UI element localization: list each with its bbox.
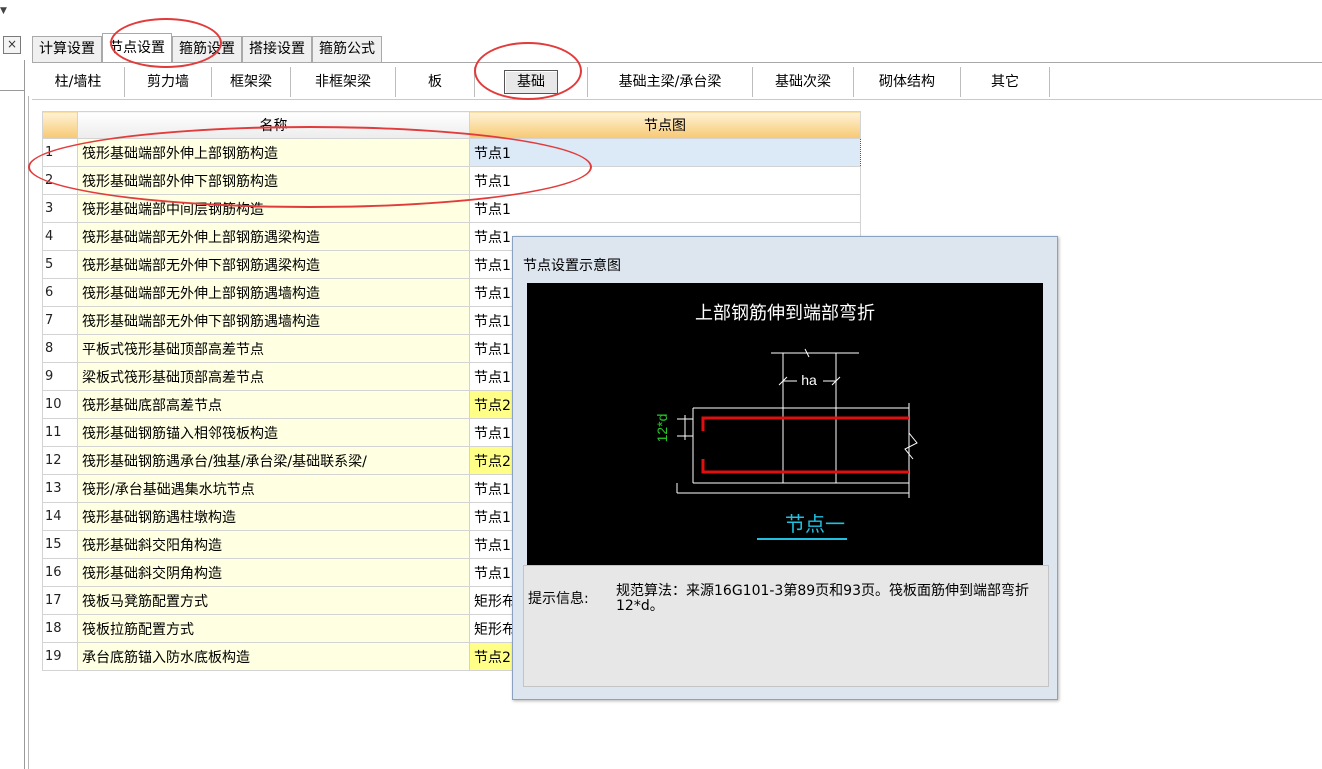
row-name[interactable]: 筏形基础钢筋遇承台/独基/承台梁/基础联系梁/: [77, 446, 470, 475]
dropdown-caret-icon[interactable]: ▼: [0, 6, 7, 16]
tab-masonry[interactable]: 砌体结构: [854, 67, 961, 97]
tab-node-settings[interactable]: 节点设置: [102, 33, 172, 63]
row-index: 16: [42, 558, 78, 587]
dimension-lines: [676, 348, 918, 498]
diagram-canvas: 上部钢筋伸到端部弯折 ha 12*d 节点一: [527, 283, 1043, 565]
row-index: 12: [42, 446, 78, 475]
row-node-value[interactable]: 节点1: [469, 138, 861, 167]
table-row[interactable]: 2 筏形基础端部外伸下部钢筋构造 节点1: [42, 166, 861, 195]
row-name[interactable]: 筏形基础端部无外伸下部钢筋遇墙构造: [77, 306, 470, 335]
row-index: 14: [42, 502, 78, 531]
close-button[interactable]: ×: [3, 36, 21, 54]
tab-calc-settings[interactable]: 计算设置: [32, 36, 102, 62]
diagram-title: 上部钢筋伸到端部弯折: [695, 303, 875, 323]
row-index: 7: [42, 306, 78, 335]
row-name[interactable]: 筏形/承台基础遇集水坑节点: [77, 474, 470, 503]
primary-tab-divider: [32, 62, 1322, 63]
row-name[interactable]: 筏形基础端部外伸上部钢筋构造: [77, 138, 470, 167]
secondary-tab-divider: [32, 99, 1322, 100]
row-name[interactable]: 筏形基础端部无外伸下部钢筋遇梁构造: [77, 250, 470, 279]
row-name[interactable]: 筏形基础端部中间层钢筋构造: [77, 194, 470, 223]
secondary-tabs: 柱/墙柱 剪力墙 框架梁 非框架梁 板 基础 基础主梁/承台梁 基础次梁 砌体结…: [32, 66, 1050, 98]
rebar-diagram: 上部钢筋伸到端部弯折 ha 12*d 节点一: [654, 303, 918, 540]
row-index: 9: [42, 362, 78, 391]
diagram-caption: 节点一: [785, 513, 845, 536]
row-name[interactable]: 筏形基础端部外伸下部钢筋构造: [77, 166, 470, 195]
table-row[interactable]: 1 筏形基础端部外伸上部钢筋构造 节点1: [42, 138, 861, 167]
left-panel-divider: [0, 90, 24, 91]
row-index: 8: [42, 334, 78, 363]
left-splitter[interactable]: [28, 96, 39, 769]
row-name[interactable]: 筏形基础斜交阴角构造: [77, 558, 470, 587]
row-index: 17: [42, 586, 78, 615]
tab-nonframe-beam[interactable]: 非框架梁: [291, 67, 396, 97]
row-index: 13: [42, 474, 78, 503]
row-index: 11: [42, 418, 78, 447]
tab-foundation-label: 基础: [504, 70, 558, 94]
popup-title: 节点设置示意图: [523, 258, 621, 274]
row-name[interactable]: 平板式筏形基础顶部高差节点: [77, 334, 470, 363]
primary-tabs: 计算设置 节点设置 箍筋设置 搭接设置 箍筋公式: [32, 33, 382, 63]
row-name[interactable]: 筏形基础钢筋遇柱墩构造: [77, 502, 470, 531]
left-panel: [0, 60, 25, 769]
row-name[interactable]: 筏形基础端部无外伸上部钢筋遇梁构造: [77, 222, 470, 251]
tab-shear-wall[interactable]: 剪力墙: [125, 67, 212, 97]
row-name[interactable]: 梁板式筏形基础顶部高差节点: [77, 362, 470, 391]
row-name[interactable]: 筏形基础斜交阳角构造: [77, 530, 470, 559]
row-index: 15: [42, 530, 78, 559]
row-index: 2: [42, 166, 78, 195]
row-name[interactable]: 筏形基础底部高差节点: [77, 390, 470, 419]
row-index: 1: [42, 138, 78, 167]
tab-stirrup-settings[interactable]: 箍筋设置: [172, 36, 242, 62]
tab-lap-settings[interactable]: 搭接设置: [242, 36, 312, 62]
row-index: 18: [42, 614, 78, 643]
tab-column[interactable]: 柱/墙柱: [32, 67, 125, 97]
row-index: 3: [42, 194, 78, 223]
tab-slab[interactable]: 板: [396, 67, 475, 97]
row-name[interactable]: 筏形基础端部无外伸上部钢筋遇墙构造: [77, 278, 470, 307]
tab-foundation-secondary-beam[interactable]: 基础次梁: [753, 67, 854, 97]
node-diagram-popup: 节点设置示意图 上部钢筋伸到端部弯折 ha 12*d 节点一 提示信息: 规范算…: [512, 236, 1058, 700]
info-label: 提示信息:: [528, 591, 589, 607]
tab-foundation-main-beam[interactable]: 基础主梁/承台梁: [588, 67, 753, 97]
header-node-diagram: 节点图: [469, 111, 861, 139]
table-header-row: 名称 节点图: [42, 111, 861, 139]
dim-12d-label: 12*d: [654, 414, 670, 443]
row-node-value[interactable]: 节点1: [469, 194, 861, 223]
top-rebar: [701, 416, 909, 431]
tab-stirrup-formula[interactable]: 箍筋公式: [312, 36, 382, 62]
row-index: 5: [42, 250, 78, 279]
row-index: 4: [42, 222, 78, 251]
row-name[interactable]: 承台底筋锚入防水底板构造: [77, 642, 470, 671]
tab-foundation[interactable]: 基础: [475, 67, 588, 97]
top-strip: ▼: [0, 0, 1322, 30]
table-row[interactable]: 3 筏形基础端部中间层钢筋构造 节点1: [42, 194, 861, 223]
info-text: 规范算法：来源16G101-3第89页和93页。筏板面筋伸到端部弯折12*d。: [616, 583, 1029, 614]
header-index: [42, 111, 78, 139]
row-index: 19: [42, 642, 78, 671]
tab-frame-beam[interactable]: 框架梁: [212, 67, 291, 97]
row-node-value[interactable]: 节点1: [469, 166, 861, 195]
dim-ha-label: ha: [801, 372, 817, 388]
row-name[interactable]: 筏形基础钢筋锚入相邻筏板构造: [77, 418, 470, 447]
row-index: 10: [42, 390, 78, 419]
row-index: 6: [42, 278, 78, 307]
tab-other[interactable]: 其它: [961, 67, 1050, 97]
info-panel: 提示信息: 规范算法：来源16G101-3第89页和93页。筏板面筋伸到端部弯折…: [523, 565, 1049, 687]
row-name[interactable]: 筏板马凳筋配置方式: [77, 586, 470, 615]
bottom-rebar: [701, 459, 909, 474]
header-name: 名称: [77, 111, 470, 139]
row-name[interactable]: 筏板拉筋配置方式: [77, 614, 470, 643]
